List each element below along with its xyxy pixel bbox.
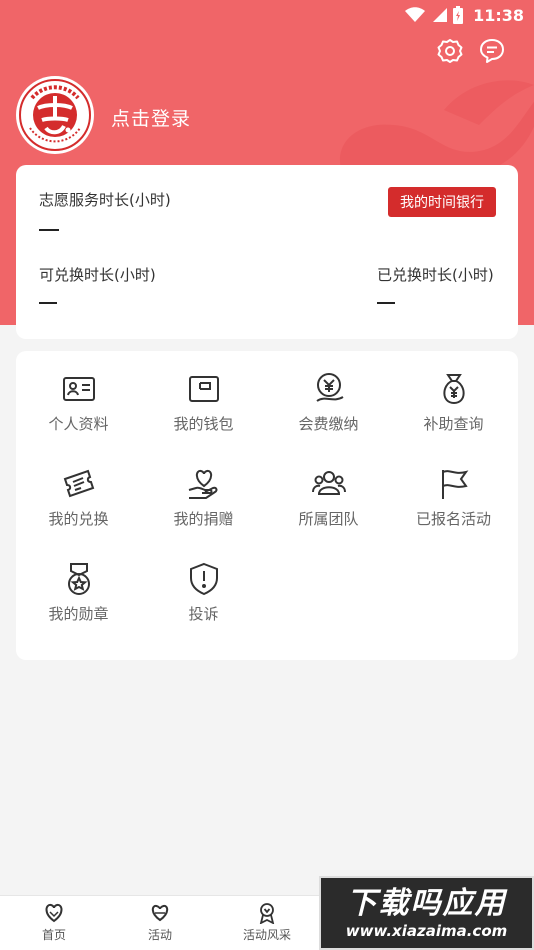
tab-activity-highlights[interactable]: 活动风采 (227, 902, 307, 943)
menu-label: 所属团队 (298, 510, 359, 528)
money-bag-icon (442, 374, 465, 405)
time-bank-button[interactable]: 我的时间银行 (388, 187, 496, 217)
message-icon[interactable] (478, 37, 506, 65)
exchangeable-hours-value (39, 302, 57, 304)
activity-icon (151, 904, 169, 922)
settings-icon[interactable] (436, 37, 464, 65)
status-time: 11:38 (473, 5, 524, 25)
tab-home[interactable]: 首页 (14, 902, 94, 943)
menu-label: 我的兑换 (48, 510, 109, 528)
menu-item-team[interactable]: 所属团队 (266, 466, 391, 529)
exchangeable-hours-label: 可兑换时长(小时) (39, 266, 156, 284)
volunteer-hours-card: 志愿服务时长(小时) 我的时间银行 可兑换时长(小时) 已兑换时长(小时) (16, 165, 518, 339)
tab-label: 活动 (147, 928, 172, 942)
wallet-icon (188, 376, 219, 402)
medal-icon (67, 563, 90, 595)
complaint-shield-icon (189, 562, 218, 596)
site-watermark: 下载吗应用 www.xiazaima.com (319, 876, 534, 950)
award-icon (259, 903, 275, 924)
function-menu: 个人资料 我的钱包 会费缴纳 补助查询 我的兑换 我的捐赠 所属团队 已报名活动… (16, 351, 518, 660)
wifi-icon (405, 7, 426, 22)
fee-payment-icon (315, 373, 344, 402)
service-hours-value (39, 229, 59, 231)
menu-item-wallet[interactable]: 我的钱包 (141, 371, 266, 434)
menu-item-profile[interactable]: 个人资料 (16, 371, 141, 434)
status-bar: 11:38 (0, 0, 534, 30)
watermark-title: 下载吗应用 (346, 886, 507, 921)
menu-item-donation[interactable]: 我的捐赠 (141, 466, 266, 529)
menu-label: 会费缴纳 (298, 415, 359, 433)
menu-label: 投诉 (188, 605, 219, 623)
tab-activity[interactable]: 活动 (120, 902, 200, 943)
menu-item-medal[interactable]: 我的勋章 (16, 561, 141, 624)
signal-icon (433, 8, 448, 22)
ticket-icon (63, 469, 94, 498)
menu-item-complaint[interactable]: 投诉 (141, 561, 266, 624)
battery-icon (453, 6, 464, 24)
menu-label: 我的勋章 (48, 605, 109, 623)
menu-label: 个人资料 (48, 415, 109, 433)
menu-item-fee[interactable]: 会费缴纳 (266, 371, 391, 434)
service-hours-label: 志愿服务时长(小时) (39, 191, 171, 209)
menu-label: 我的钱包 (173, 415, 234, 433)
exchanged-hours-label: 已兑换时长(小时) (377, 266, 494, 284)
menu-item-subsidy[interactable]: 补助查询 (391, 371, 516, 434)
login-link[interactable]: 点击登录 (111, 104, 191, 131)
id-card-icon (62, 377, 95, 401)
tab-label: 首页 (41, 928, 66, 942)
exchanged-hours-value (377, 302, 395, 304)
menu-label: 我的捐赠 (173, 510, 234, 528)
flag-icon (441, 470, 468, 499)
header-actions (436, 37, 506, 65)
menu-label: 已报名活动 (415, 510, 491, 528)
tab-label: 活动风采 (242, 928, 291, 942)
menu-item-exchange[interactable]: 我的兑换 (16, 466, 141, 529)
donate-heart-icon (188, 469, 217, 499)
menu-label: 补助查询 (423, 415, 484, 433)
watermark-url: www.xiazaima.com (345, 922, 508, 940)
china-volunteer-service-logo[interactable] (16, 76, 94, 154)
menu-item-registered-activities[interactable]: 已报名活动 (391, 466, 516, 529)
team-icon (311, 471, 346, 495)
home-heart-icon (45, 903, 63, 923)
